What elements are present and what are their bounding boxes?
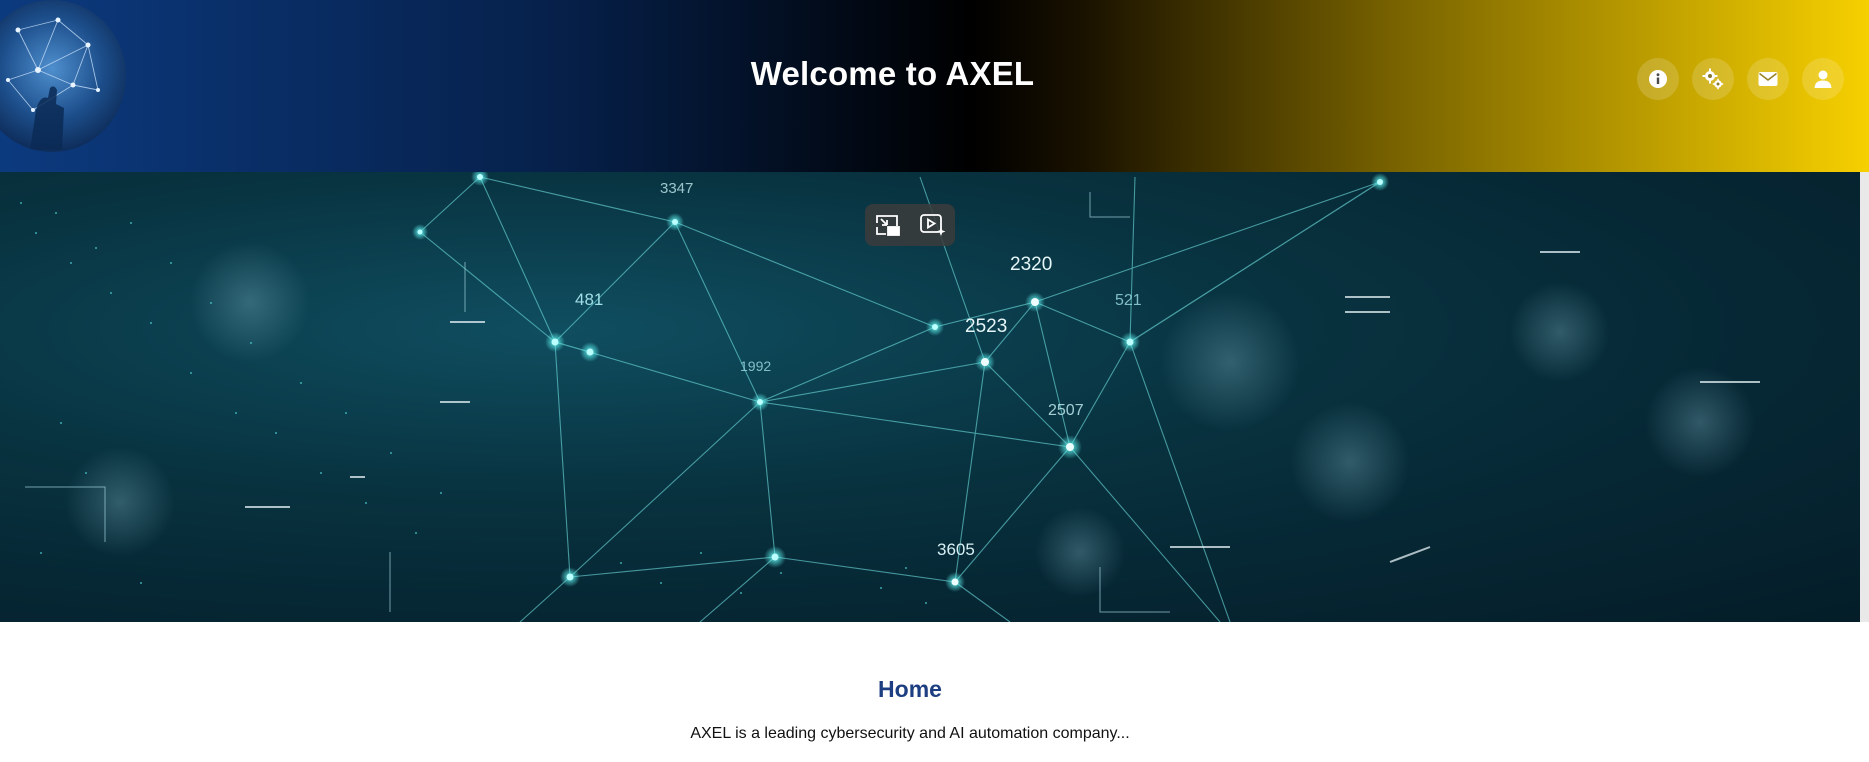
video-overlay-controls [865, 204, 955, 246]
video-sparkle-button[interactable] [916, 210, 950, 240]
node-label: 3605 [937, 540, 975, 559]
section-description: AXEL is a leading cybersecurity and AI a… [690, 725, 1130, 742]
video-sparkle-icon [919, 214, 945, 236]
envelope-icon [1758, 72, 1778, 86]
node-label: 3347 [660, 180, 694, 197]
node-label: 2523 [965, 316, 1008, 337]
services-button[interactable] [1692, 58, 1734, 100]
page-title: Welcome to AXEL [750, 55, 1035, 92]
node-label: 2320 [1010, 254, 1053, 275]
page-scrollbar[interactable] [1860, 172, 1869, 622]
node-label: 1992 [740, 358, 772, 374]
contact-button[interactable] [1747, 58, 1789, 100]
main-content: Home AXEL is a leading cybersecurity and… [0, 622, 1860, 762]
site-header: Welcome to AXEL [0, 0, 1869, 172]
exit-picture-in-picture-icon [875, 215, 900, 236]
account-button[interactable] [1802, 58, 1844, 100]
info-icon [1649, 70, 1667, 88]
section-heading: Home [878, 676, 942, 702]
gears-icon [1702, 68, 1724, 90]
exit-picture-in-picture-button[interactable] [871, 210, 905, 240]
user-icon [1814, 70, 1832, 88]
node-label: 521 [1115, 292, 1142, 309]
info-button[interactable] [1637, 58, 1679, 100]
node-label: 2507 [1048, 402, 1084, 419]
node-label: 481 [575, 290, 604, 309]
